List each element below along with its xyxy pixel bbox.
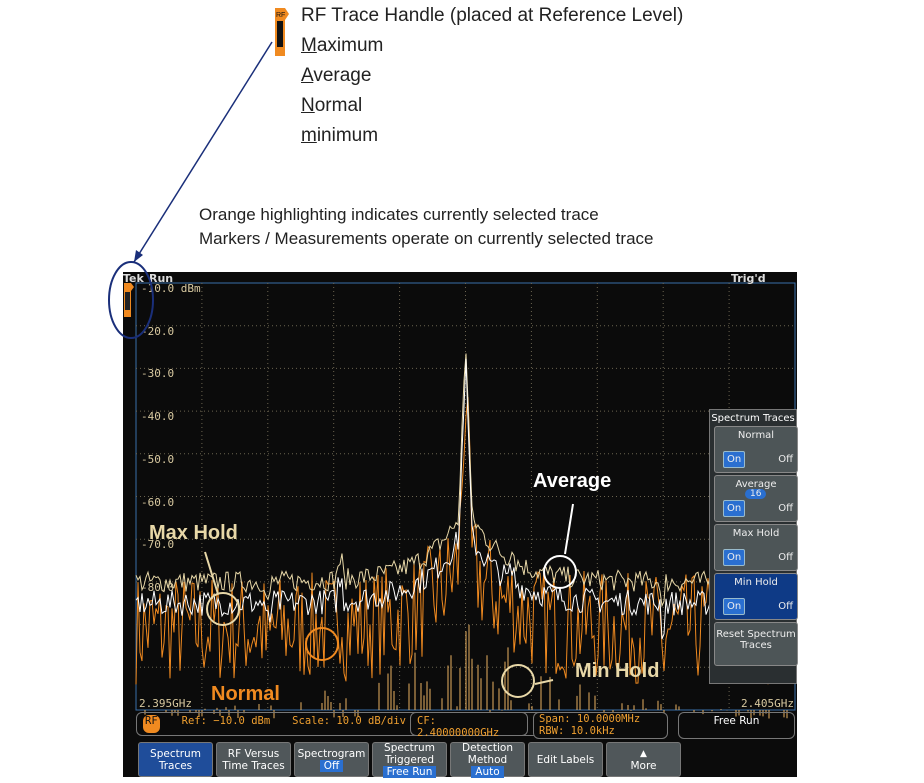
up-triangle-icon: ▲ <box>640 748 647 759</box>
off-option[interactable]: Off <box>778 552 793 563</box>
rf-trace-handle-icon: RF <box>275 8 289 56</box>
legend-normal: Normal <box>301 95 363 116</box>
annotation-average: Average <box>533 470 612 492</box>
trace-label: Normal <box>737 430 775 441</box>
softkey-spectrum-traces[interactable]: Spectrum Traces <box>138 742 213 777</box>
trigger-status[interactable]: Free Run <box>678 712 795 739</box>
ref-level: Ref: −10.0 dBm <box>181 715 271 727</box>
softkey-edit-labels[interactable]: Edit Labels <box>528 742 603 777</box>
span-value: Span: 10.0000MHz <box>539 713 641 725</box>
x-stop-label: 2.405GHz <box>741 697 794 710</box>
softkey-detection-method[interactable]: Detection Method Auto <box>450 741 525 778</box>
note-highlight: Orange highlighting indicates currently … <box>199 205 599 224</box>
annotation-min-hold: Min Hold <box>575 660 660 682</box>
reset-spectrum-traces-button[interactable]: Reset Spectrum Traces <box>714 622 798 666</box>
softkey-more[interactable]: ▲ More <box>606 742 681 777</box>
rbw-value: RBW: 10.0kHz <box>539 725 615 737</box>
annotation-arrow <box>564 503 574 555</box>
y-tick-label: -10.0 dBm <box>141 282 201 295</box>
softkey-value: Auto <box>471 765 504 778</box>
svg-text:RF: RF <box>276 12 285 19</box>
on-option[interactable]: On <box>723 451 746 468</box>
rf-trace-handle-icon[interactable] <box>124 283 134 317</box>
trace-toggle-normal[interactable]: Normal On Off <box>714 426 798 473</box>
y-tick-label: -40.0 <box>141 410 175 424</box>
on-option[interactable]: On <box>723 549 746 566</box>
softkey-value: Free Run <box>382 765 437 778</box>
center-frequency[interactable]: CF: 2.40000000GHz <box>410 712 528 739</box>
oscilloscope-screen: Tek Run Trig'd -10.0 dBm -20.0 -30.0 -40.0-… <box>123 272 798 778</box>
softkey-value: Off <box>319 759 344 772</box>
trace-label: Min Hold <box>734 577 778 588</box>
softkey-label: Spectrogram <box>297 747 366 760</box>
callout-arrowhead <box>134 250 143 262</box>
on-option[interactable]: On <box>723 598 746 615</box>
y-tick-label: -60.0 <box>141 495 175 509</box>
x-start-label: 2.395GHz <box>139 697 192 710</box>
trace-label: Average <box>735 479 777 490</box>
on-option[interactable]: On <box>723 500 746 517</box>
softkey-rf-versus-time-traces[interactable]: RF Versus Time Traces <box>216 742 291 777</box>
softkey-spectrogram[interactable]: Spectrogram Off <box>294 742 369 777</box>
off-option[interactable]: Off <box>778 601 793 612</box>
softkey-label: Detection Method <box>461 741 513 766</box>
trace-toggle-max-hold[interactable]: Max Hold On Off <box>714 524 798 571</box>
spectrum-traces-menu: Spectrum Traces Normal On Off Average 16 On Of… <box>709 409 798 684</box>
softkey-label: Spectrum Triggered <box>384 741 435 766</box>
note-markers: Markers / Measurements operate on curren… <box>199 229 654 248</box>
span-rbw-status[interactable]: Span: 10.0000MHz RBW: 10.0kHz <box>533 712 668 739</box>
side-menu-title: Spectrum Traces <box>711 413 795 424</box>
y-tick-label: -30.0 <box>141 367 175 381</box>
y-tick-label: -50.0 <box>141 452 175 466</box>
rf-badge: RF <box>143 715 160 733</box>
softkey-label: Edit Labels <box>536 753 595 766</box>
softkey-label: Spectrum Traces <box>150 747 201 772</box>
annotation-circle <box>501 664 535 698</box>
trace-toggle-min-hold[interactable]: Min Hold On Off <box>714 573 798 620</box>
y-tick-label: -80.0 <box>141 580 175 594</box>
legend-minimum: minimum <box>301 125 379 146</box>
trigger-state: Trig'd <box>731 272 766 285</box>
legend-handle-label: RF Trace Handle (placed at Reference Lev… <box>301 5 684 26</box>
softkey-label: RF Versus Time Traces <box>222 747 285 772</box>
off-option[interactable]: Off <box>778 503 793 514</box>
softkey-bar: Spectrum Traces RF Versus Time Traces Spec… <box>138 741 681 778</box>
annotation-max-hold: Max Hold <box>149 522 238 544</box>
annotation-normal: Normal <box>211 683 280 705</box>
off-option[interactable]: Off <box>778 454 793 465</box>
scale-value: Scale: 10.0 dB/div <box>292 715 406 727</box>
softkey-label: More <box>630 759 657 772</box>
legend-average: Average <box>301 65 372 86</box>
y-tick-label: -20.0 <box>141 324 175 338</box>
average-count-badge: 16 <box>745 489 767 499</box>
trace-label: Max Hold <box>732 528 780 539</box>
softkey-spectrum-triggered[interactable]: Spectrum Triggered Free Run <box>372 741 447 778</box>
trace-toggle-average[interactable]: Average 16 On Off <box>714 475 798 522</box>
legend-maximum: Maximum <box>301 35 384 56</box>
